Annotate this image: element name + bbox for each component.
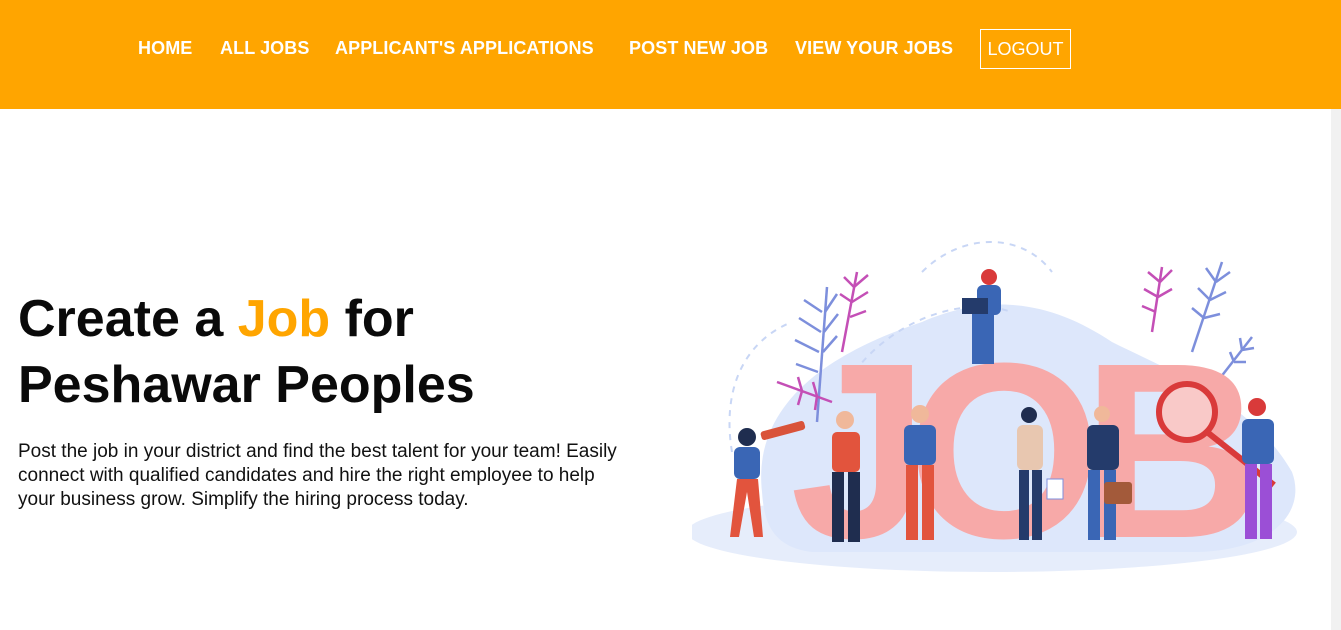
hero-title-suffix: for bbox=[344, 290, 414, 348]
nav-home-link[interactable]: HOME bbox=[138, 38, 192, 59]
nav-all-jobs-link[interactable]: ALL JOBS bbox=[220, 38, 309, 59]
hero-title-accent: Job bbox=[237, 290, 331, 348]
letter-o: O bbox=[907, 311, 1101, 587]
page-scrollbar[interactable] bbox=[1331, 109, 1341, 630]
job-hiring-illustration: J O B bbox=[692, 241, 1297, 587]
hero-title-prefix: Create a bbox=[18, 290, 224, 348]
hero-description: Post the job in your district and find t… bbox=[18, 441, 617, 510]
dashed-arc-top bbox=[921, 241, 1053, 273]
hero-title: Create a Job for Peshawar Peoples bbox=[18, 286, 578, 418]
nav-post-new-job-link[interactable]: POST NEW JOB bbox=[629, 38, 768, 59]
nav-view-your-jobs-link[interactable]: VIEW YOUR JOBS bbox=[795, 38, 953, 59]
hero-title-line2: Peshawar Peoples bbox=[18, 356, 475, 414]
nav-applicants-applications-link[interactable]: APPLICANT'S APPLICATIONS bbox=[335, 38, 594, 59]
logout-button[interactable]: LOGOUT bbox=[980, 29, 1071, 69]
top-navbar: HOME ALL JOBS APPLICANT'S APPLICATIONS P… bbox=[0, 0, 1341, 109]
